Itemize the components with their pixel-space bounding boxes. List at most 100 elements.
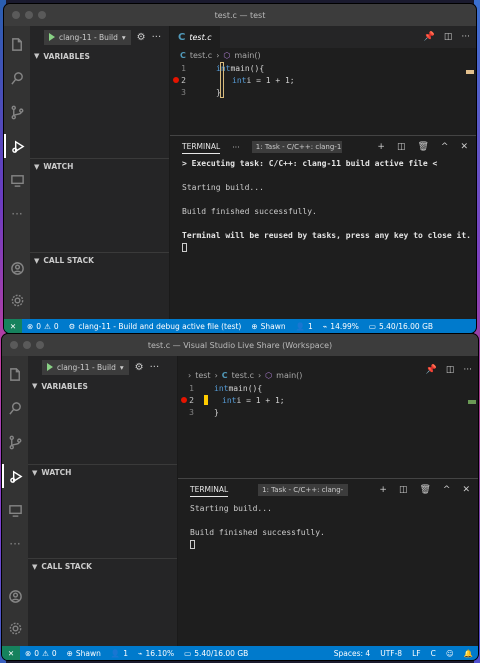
eol-status[interactable]: LF xyxy=(407,649,426,658)
panel-header: TERMINAL ··· 1: Task - C/C++: clang-1 + … xyxy=(170,136,476,158)
search-icon[interactable] xyxy=(2,396,28,420)
code-editor[interactable]: 1 int main(){ 2 int i = 1 + 1; 3} xyxy=(170,62,476,98)
close-window-button[interactable] xyxy=(12,11,20,19)
debug-config-select[interactable]: clang-11 - Build xyxy=(57,363,116,372)
start-debugging-button[interactable]: clang-11 - Build ▾ xyxy=(42,359,129,375)
live-share-status[interactable]: ⊕ Shawn xyxy=(62,649,106,658)
problems-status[interactable]: ⊗ 0 ⚠ 0 xyxy=(22,322,64,331)
minimize-window-button[interactable] xyxy=(25,11,33,19)
close-window-button[interactable] xyxy=(10,341,18,349)
run-debug-icon[interactable] xyxy=(4,134,30,158)
more-icon[interactable]: ··· xyxy=(4,202,30,226)
status-bar: ✕ ⊗ 0 ⚠ 0 ⚙ clang-11 - Build and debug a… xyxy=(4,319,476,333)
explorer-icon[interactable] xyxy=(2,362,28,386)
maximize-window-button[interactable] xyxy=(38,11,46,19)
c-file-icon: C xyxy=(178,31,186,43)
language-status[interactable]: C xyxy=(426,649,441,658)
split-terminal-icon[interactable]: ◫ xyxy=(397,142,406,152)
start-debugging-button[interactable]: clang-11 - Build ▾ xyxy=(44,29,131,45)
minimap-highlight xyxy=(468,400,476,404)
remote-explorer-icon[interactable] xyxy=(4,168,30,192)
open-launch-json-gear-icon[interactable]: ⚙ xyxy=(135,362,144,373)
debug-status[interactable]: ⚙ clang-11 - Build and debug active file… xyxy=(64,322,247,331)
close-panel-icon[interactable]: ✕ xyxy=(460,142,468,152)
new-terminal-icon[interactable]: + xyxy=(377,142,385,152)
encoding-status[interactable]: UTF-8 xyxy=(375,649,407,658)
code-line[interactable]: 2 int i = 1 + 1; xyxy=(170,74,476,86)
more-actions-icon[interactable]: ··· xyxy=(463,365,472,375)
trash-icon[interactable]: 🗑 xyxy=(419,485,430,495)
participants-status[interactable]: 👤 1 xyxy=(291,322,318,331)
more-icon[interactable]: ··· xyxy=(232,143,240,152)
section-watch[interactable]: ▼ WATCH xyxy=(28,464,177,480)
breakpoint-icon[interactable] xyxy=(181,397,187,403)
pin-icon[interactable]: 📌 xyxy=(426,365,437,375)
account-icon[interactable] xyxy=(2,584,28,608)
section-variables[interactable]: ▼ VARIABLES xyxy=(30,48,169,64)
maximize-window-button[interactable] xyxy=(36,341,44,349)
source-control-icon[interactable] xyxy=(4,100,30,124)
more-actions-icon[interactable]: ··· xyxy=(150,362,160,373)
breadcrumb-folder[interactable]: test xyxy=(195,371,210,380)
terminal-select[interactable]: 1: Task - C/C++: clang- xyxy=(258,484,349,496)
more-icon[interactable]: ··· xyxy=(2,532,28,556)
split-editor-icon[interactable]: ◫ xyxy=(444,32,453,42)
account-icon[interactable] xyxy=(4,256,30,280)
breadcrumb-file[interactable]: test.c xyxy=(190,51,212,60)
tab-terminal[interactable]: TERMINAL xyxy=(190,483,229,497)
remote-indicator-icon[interactable]: ✕ xyxy=(2,646,20,660)
split-editor-icon[interactable]: ◫ xyxy=(446,365,455,375)
window-title: test.c — test xyxy=(214,10,266,20)
minimize-window-button[interactable] xyxy=(23,341,31,349)
search-icon[interactable] xyxy=(4,66,30,90)
breadcrumb-file[interactable]: test.c xyxy=(232,371,254,380)
breadcrumb-symbol[interactable]: main() xyxy=(234,51,260,60)
maximize-panel-icon[interactable]: ^ xyxy=(441,142,449,152)
code-line[interactable]: 1 int main(){ xyxy=(170,62,476,74)
breadcrumb-symbol[interactable]: main() xyxy=(276,371,302,380)
section-variables[interactable]: ▼ VARIABLES xyxy=(28,378,177,394)
window-controls xyxy=(10,341,44,349)
terminal-output[interactable]: > Executing task: C/C++: clang-11 build … xyxy=(170,158,476,254)
more-actions-icon[interactable]: ··· xyxy=(461,32,470,42)
new-terminal-icon[interactable]: + xyxy=(379,485,387,495)
split-terminal-icon[interactable]: ◫ xyxy=(399,485,408,495)
memory-status: ▭ 5.40/16.00 GB xyxy=(368,321,434,331)
debug-config-select[interactable]: clang-11 - Build xyxy=(59,33,118,42)
notifications-bell-icon[interactable]: 🔔 xyxy=(459,649,478,658)
run-debug-icon[interactable] xyxy=(2,464,28,488)
more-actions-icon[interactable]: ··· xyxy=(152,32,162,43)
cpu-status: ⌁ 14.99% xyxy=(322,321,359,331)
indentation-status[interactable]: Spaces: 4 xyxy=(329,649,375,658)
remote-explorer-icon[interactable] xyxy=(2,498,28,522)
code-line[interactable]: 2 int i = 1 + 1; xyxy=(178,394,478,406)
code-line[interactable]: 3} xyxy=(178,406,478,418)
explorer-icon[interactable] xyxy=(4,32,30,56)
terminal-output[interactable]: Starting build... Build finished success… xyxy=(178,501,478,551)
debug-sidebar: clang-11 - Build ▾ ⚙ ··· ▼ VARIABLES ▼ WAT… xyxy=(28,356,178,646)
trash-icon[interactable]: 🗑 xyxy=(417,142,428,152)
settings-gear-icon[interactable] xyxy=(2,616,28,640)
code-line[interactable]: 3} xyxy=(170,86,476,98)
remote-indicator-icon[interactable]: ✕ xyxy=(4,319,22,333)
tab-test-c[interactable]: C test.c xyxy=(170,26,220,48)
source-control-icon[interactable] xyxy=(2,430,28,454)
panel-actions: + ◫ 🗑 ^ ✕ xyxy=(377,136,468,158)
open-launch-json-gear-icon[interactable]: ⚙ xyxy=(137,32,146,43)
section-watch[interactable]: ▼ WATCH xyxy=(30,158,169,174)
close-panel-icon[interactable]: ✕ xyxy=(462,485,470,495)
problems-status[interactable]: ⊗ 0 ⚠ 0 xyxy=(20,649,62,658)
section-call-stack[interactable]: ▼ CALL STACK xyxy=(28,558,177,574)
feedback-icon[interactable]: ☺ xyxy=(441,649,459,658)
breakpoint-icon[interactable] xyxy=(173,77,179,83)
maximize-panel-icon[interactable]: ^ xyxy=(443,485,451,495)
participants-status[interactable]: 👤 1 xyxy=(106,649,133,658)
terminal-select[interactable]: 1: Task - C/C++: clang-1 xyxy=(251,141,342,153)
section-call-stack[interactable]: ▼ CALL STACK xyxy=(30,252,169,268)
settings-gear-icon[interactable] xyxy=(4,288,30,312)
live-share-status[interactable]: ⊕ Shawn xyxy=(246,322,290,331)
code-editor[interactable]: 1 int main(){ 2 int i = 1 + 1; 3} xyxy=(178,382,478,418)
pin-icon[interactable]: 📌 xyxy=(424,32,435,42)
tab-terminal[interactable]: TERMINAL xyxy=(182,140,221,154)
code-line[interactable]: 1 int main(){ xyxy=(178,382,478,394)
